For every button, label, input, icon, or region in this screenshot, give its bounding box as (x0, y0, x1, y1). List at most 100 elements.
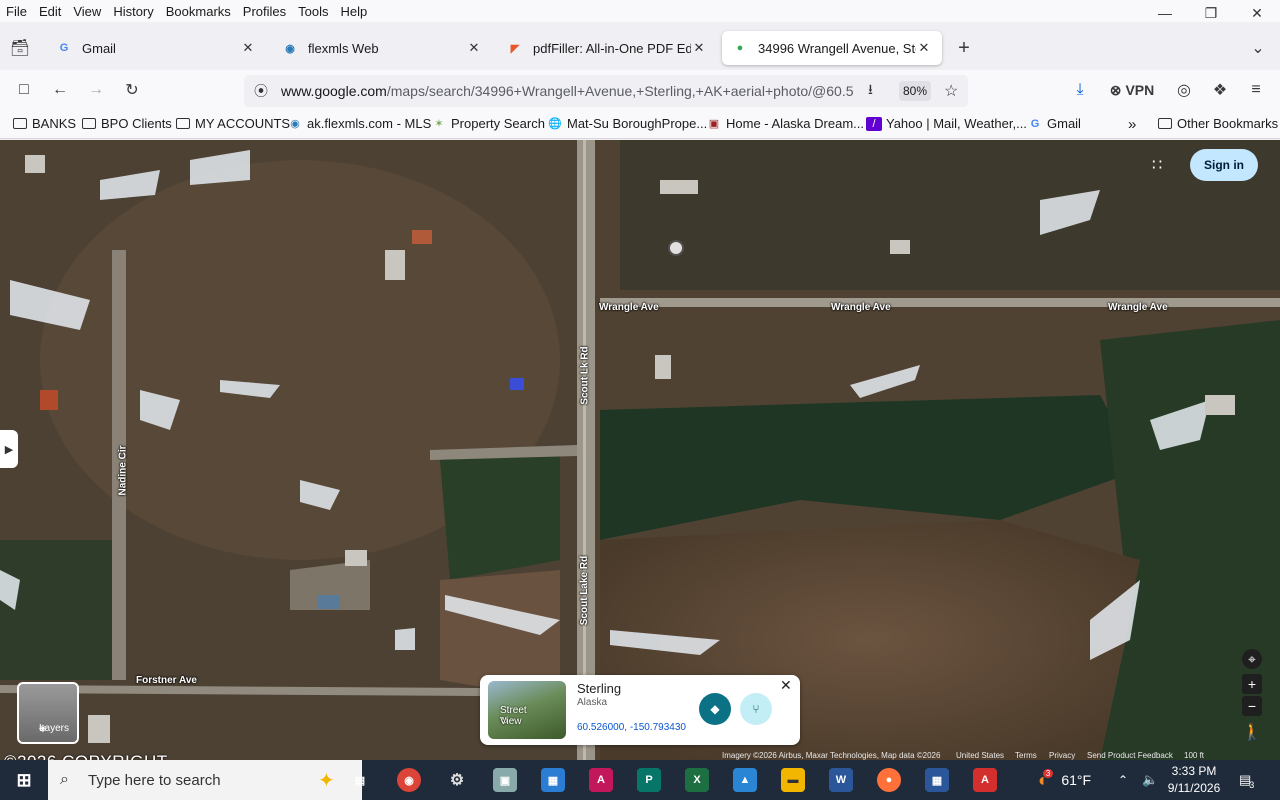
feedback-link[interactable]: Send Product Feedback (1087, 751, 1173, 760)
tab-flexmls[interactable]: ◉ flexmls Web ✕ (272, 31, 492, 65)
app-icon-publisher[interactable]: P (637, 768, 661, 792)
tab-gmail[interactable]: G Gmail ✕ (46, 31, 266, 65)
tray-chevron-icon[interactable]: ⌃ (1118, 760, 1128, 800)
system-clock[interactable]: 3:33 PM 9/11/2026 (1164, 763, 1224, 797)
bookmark-star-icon[interactable]: ☆ (944, 81, 958, 101)
weather-widget[interactable]: ◐ 3 61°F (1038, 760, 1091, 800)
location-pin-icon[interactable] (668, 240, 684, 256)
share-button[interactable]: ⑂ (740, 693, 772, 725)
calculator-icon[interactable]: ▦ (925, 768, 949, 792)
satellite-map[interactable]: Wrangle Ave Wrangle Ave Wrangle Ave Scou… (0, 140, 1280, 760)
bookmark-label: ak.flexmls.com - MLS (307, 116, 432, 131)
clock-date: 9/11/2026 (1167, 781, 1221, 795)
directions-button[interactable]: ◆ (699, 693, 731, 725)
firefox-icon[interactable]: ● (877, 768, 901, 792)
road-label-wrangle-ave: Wrangle Ave (1108, 302, 1168, 313)
bookmark-folder-other[interactable]: Other Bookmarks (1157, 116, 1278, 131)
restore-button[interactable]: ❐ (1188, 0, 1234, 26)
extensions-icon[interactable]: ❖ (1208, 78, 1232, 102)
close-tab-icon[interactable]: ✕ (466, 40, 482, 56)
bookmark-yahoo[interactable]: / Yahoo | Mail, Weather,... (866, 116, 1027, 131)
bookmark-folder-banks[interactable]: BANKS (12, 116, 76, 131)
task-view-icon[interactable]: ▤ (348, 768, 372, 792)
new-tab-icon[interactable]: + (952, 36, 976, 60)
my-location-icon[interactable]: ⌖ (1242, 649, 1262, 669)
sidebar-icon[interactable]: □ (12, 78, 36, 102)
taskbar-search-box[interactable]: ⌕ Type here to search ✦ (48, 760, 362, 800)
bookmark-label: Yahoo | Mail, Weather,... (886, 116, 1027, 131)
menu-view[interactable]: View (67, 4, 107, 19)
menu-history[interactable]: History (107, 4, 159, 19)
back-icon[interactable]: ← (48, 78, 72, 102)
street-view-thumbnail[interactable]: ↻ Street View (488, 681, 566, 739)
google-apps-grid-icon[interactable]: ∷ (1152, 155, 1172, 175)
file-explorer-icon[interactable]: ▬ (781, 768, 805, 792)
expand-side-panel-button[interactable]: ▶ (0, 430, 18, 468)
privacy-link[interactable]: Privacy (1049, 751, 1075, 760)
close-tab-icon[interactable]: ✕ (240, 40, 256, 56)
app-icon-acrobat[interactable]: A (589, 768, 613, 792)
menu-hamburger-icon[interactable]: ≡ (1244, 78, 1268, 102)
close-tab-icon[interactable]: ✕ (691, 40, 707, 56)
zoom-out-button[interactable]: − (1242, 696, 1262, 716)
vpn-button[interactable]: ⊗ VPN (1104, 78, 1160, 102)
road-label-forstner-ave: Forstner Ave (136, 675, 197, 686)
settings-gear-icon[interactable]: ⚙ (445, 768, 469, 792)
tab-pdffiller[interactable]: ◤ pdfFiller: All-in-One PDF Editing ✕ (497, 31, 717, 65)
tab-google-maps[interactable]: ● 34996 Wrangell Avenue, Sterling ✕ (722, 31, 942, 65)
firefox-view-icon[interactable]: 🗃 (8, 36, 32, 60)
bookmark-property-search[interactable]: ✶ Property Search (431, 116, 545, 131)
zoom-level-button[interactable]: 80% (899, 81, 931, 101)
bookmark-mat-su[interactable]: 🌐 Mat-Su BoroughPrope... (547, 116, 707, 131)
menu-edit[interactable]: Edit (33, 4, 67, 19)
minimize-button[interactable]: — (1142, 0, 1188, 26)
scale-bar[interactable]: 100 ft (1184, 751, 1204, 760)
pegman-street-view-icon[interactable]: 🚶 (1242, 722, 1262, 742)
volume-icon[interactable]: 🔈 (1142, 760, 1158, 800)
notification-center-button[interactable]: ▤ 3 (1239, 760, 1254, 800)
menu-profiles[interactable]: Profiles (237, 4, 292, 19)
app-icon-acrobat-reader[interactable]: A (973, 768, 997, 792)
reload-icon[interactable]: ↻ (120, 78, 144, 102)
bookmark-folder-bpo-clients[interactable]: BPO Clients (81, 116, 172, 131)
road-label-scout-lk-rd: Scout Lk Rd (579, 346, 591, 405)
close-tab-icon[interactable]: ✕ (916, 40, 932, 56)
menu-help[interactable]: Help (335, 4, 374, 19)
clock-time: 3:33 PM (1171, 764, 1217, 778)
tab-title: 34996 Wrangell Avenue, Sterling (758, 40, 916, 56)
app-icon-photos[interactable]: ▣ (493, 768, 517, 792)
more-bookmarks-chevron-icon[interactable]: » (1128, 116, 1136, 133)
account-icon[interactable]: ◎ (1172, 78, 1196, 102)
forward-icon[interactable]: → (84, 78, 108, 102)
zoom-in-button[interactable]: + (1242, 674, 1262, 694)
bookmark-alaska-dream[interactable]: ▣ Home - Alaska Dream... (706, 116, 864, 131)
sign-in-button[interactable]: Sign in (1190, 149, 1258, 181)
app-icon-excel[interactable]: X (685, 768, 709, 792)
save-page-icon[interactable]: ⭳ (868, 79, 873, 103)
layers-button[interactable]: ◈ Layers (17, 682, 79, 744)
menu-bookmarks[interactable]: Bookmarks (160, 4, 237, 19)
menu-tools[interactable]: Tools (292, 4, 334, 19)
close-card-icon[interactable]: ✕ (780, 677, 792, 694)
country-label[interactable]: United States (956, 751, 1004, 760)
app-icon-word[interactable]: W (829, 768, 853, 792)
chrome-icon[interactable]: ◉ (397, 768, 421, 792)
bookmark-gmail[interactable]: G Gmail (1027, 116, 1081, 131)
site-info-icon[interactable]: ⦿ (254, 81, 268, 101)
downloads-icon[interactable]: ⤓ (1068, 78, 1092, 102)
close-window-button[interactable]: ✕ (1234, 0, 1280, 26)
bookmark-flexmls[interactable]: ◉ ak.flexmls.com - MLS (287, 116, 431, 131)
address-bar[interactable]: ⦿ www.google.com/maps/search/34996+Wrang… (244, 75, 968, 107)
terms-link[interactable]: Terms (1015, 751, 1037, 760)
app-icon-photos-editor[interactable]: ▲ (733, 768, 757, 792)
place-coordinates[interactable]: 60.526000, -150.793430 (577, 722, 686, 733)
url-text[interactable]: www.google.com/maps/search/34996+Wrangel… (281, 83, 855, 99)
bookmark-folder-my-accounts[interactable]: MY ACCOUNTS (175, 116, 290, 131)
folder-icon (175, 117, 191, 131)
windows-start-icon[interactable]: ⊞ (12, 768, 36, 792)
road-label-nadine-cir: Nadine Cir (117, 445, 129, 496)
menu-file[interactable]: File (0, 4, 33, 19)
flexmls-icon: ◉ (290, 118, 300, 130)
list-all-tabs-icon[interactable]: ⌄ (1246, 36, 1270, 60)
app-icon-outlook[interactable]: ▦ (541, 768, 565, 792)
